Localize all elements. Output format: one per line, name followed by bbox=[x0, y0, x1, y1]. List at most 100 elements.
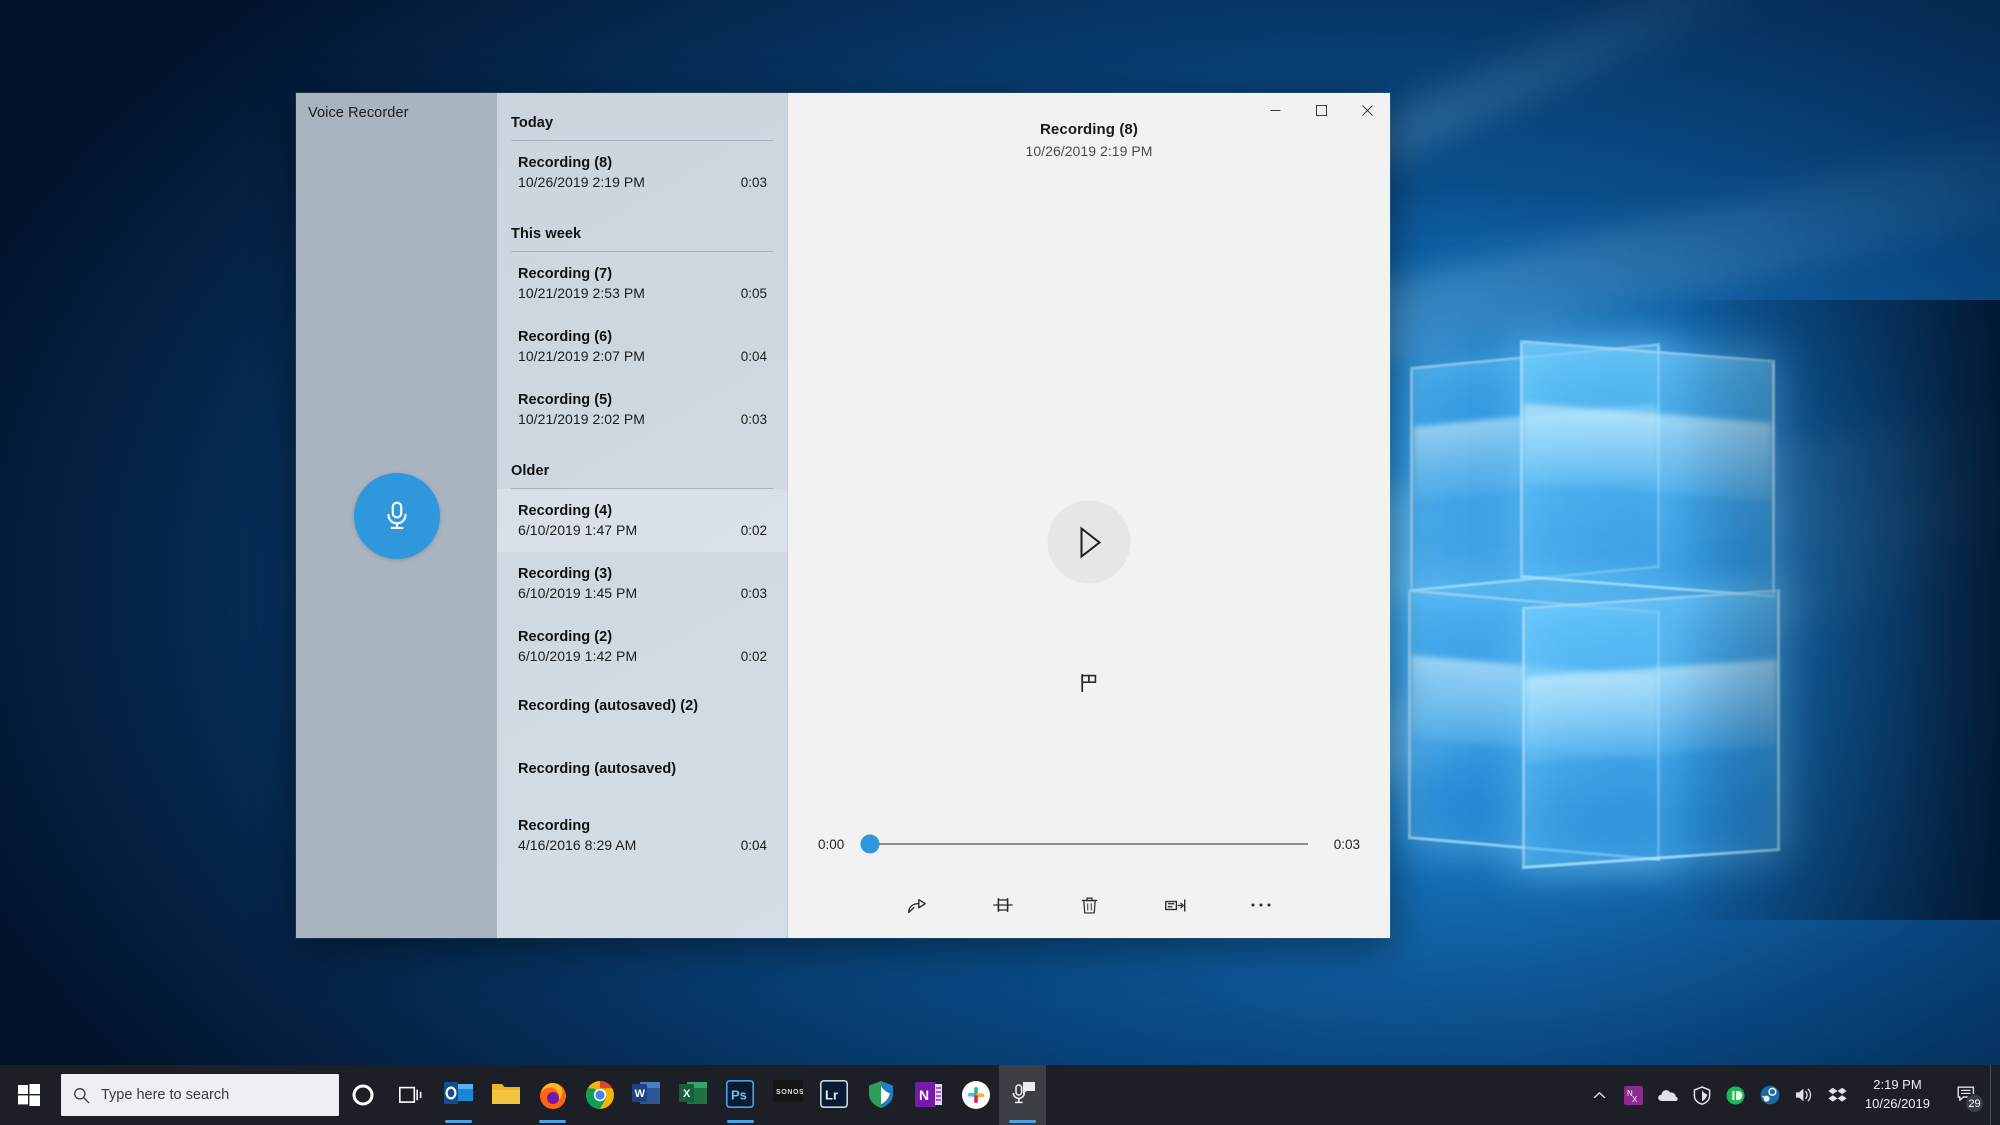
recording-duration: 0:04 bbox=[740, 349, 767, 364]
trim-icon bbox=[993, 898, 1013, 912]
play-button[interactable] bbox=[1047, 500, 1131, 584]
onenote-icon: N bbox=[914, 1080, 944, 1110]
tray-nx-icon[interactable]: N X bbox=[1617, 1065, 1651, 1125]
taskbar-app-sonos[interactable]: SONOS bbox=[764, 1065, 811, 1125]
recording-list-item[interactable]: Recording (7) 10/21/2019 2:53 PM 0:05 bbox=[497, 252, 787, 315]
playback-stage bbox=[788, 159, 1390, 824]
taskbar-running-indicator bbox=[445, 1120, 472, 1123]
taskbar-app-outlook[interactable] bbox=[435, 1065, 482, 1125]
tray-shield-icon[interactable] bbox=[1685, 1065, 1719, 1125]
flag-icon bbox=[1081, 674, 1097, 692]
recording-name: Recording (7) bbox=[518, 266, 613, 282]
delete-button[interactable] bbox=[1065, 884, 1113, 926]
recording-list-item[interactable]: Recording (4) 6/10/2019 1:47 PM 0:02 bbox=[497, 489, 787, 552]
svg-text:W: W bbox=[634, 1088, 645, 1100]
wallpaper-vignette bbox=[1680, 300, 2000, 920]
play-icon bbox=[1080, 525, 1101, 559]
recording-duration: 0:02 bbox=[740, 523, 767, 538]
seek-thumb[interactable] bbox=[860, 834, 880, 854]
recording-list-item[interactable]: Recording (autosaved) (2) bbox=[497, 678, 787, 741]
rename-button[interactable] bbox=[1151, 884, 1199, 926]
recording-list-item[interactable]: Recording (6) 10/21/2019 2:07 PM 0:04 bbox=[497, 315, 787, 378]
recording-list-item[interactable]: Recording (autosaved) bbox=[497, 741, 787, 804]
taskbar-app-photoshop[interactable]: Ps bbox=[717, 1065, 764, 1125]
tray-dropbox-icon[interactable] bbox=[1821, 1065, 1855, 1125]
recording-meta-row: 10/21/2019 2:02 PM 0:03 bbox=[518, 411, 773, 427]
recording-list-item[interactable]: Recording (2) 6/10/2019 1:42 PM 0:02 bbox=[497, 615, 787, 678]
tray-onedrive-icon[interactable] bbox=[1651, 1065, 1685, 1125]
more-button[interactable] bbox=[1237, 884, 1285, 926]
tray-volume-icon[interactable] bbox=[1787, 1065, 1821, 1125]
add-marker-button[interactable] bbox=[1069, 665, 1109, 701]
minimize-button[interactable] bbox=[1252, 93, 1298, 127]
taskbar-app-slack[interactable] bbox=[952, 1065, 999, 1125]
task-view-button[interactable] bbox=[387, 1065, 435, 1125]
tray-steam-icon[interactable] bbox=[1753, 1065, 1787, 1125]
volume-icon bbox=[1795, 1088, 1812, 1102]
detail-subtitle: 10/26/2019 2:19 PM bbox=[1025, 143, 1153, 159]
record-button[interactable] bbox=[353, 472, 440, 559]
seek-track[interactable] bbox=[870, 843, 1308, 845]
seek-bar[interactable]: 0:00 0:03 bbox=[788, 824, 1390, 864]
show-desktop-button[interactable] bbox=[1990, 1065, 2000, 1125]
recordings-list-pane[interactable]: Today Recording (8) 10/26/2019 2:19 PM 0:03… bbox=[497, 93, 788, 938]
window-controls bbox=[1252, 93, 1390, 127]
seek-track-area[interactable] bbox=[860, 832, 1308, 856]
maximize-button[interactable] bbox=[1298, 93, 1344, 127]
record-pane: Voice Recorder bbox=[296, 93, 497, 938]
action-toolbar bbox=[788, 878, 1390, 938]
start-button[interactable] bbox=[0, 1065, 58, 1125]
recording-name: Recording (3) bbox=[518, 566, 613, 582]
taskbar-app-word[interactable]: W bbox=[623, 1065, 670, 1125]
taskbar-running-indicator bbox=[727, 1120, 754, 1123]
taskbar-app-security[interactable] bbox=[858, 1065, 905, 1125]
tray-overflow-button[interactable] bbox=[1583, 1065, 1617, 1125]
recording-meta-row: 10/26/2019 2:19 PM 0:03 bbox=[518, 174, 773, 190]
taskbar-app-lightroom[interactable]: Lr bbox=[811, 1065, 858, 1125]
recording-date: 10/21/2019 2:07 PM bbox=[518, 348, 645, 364]
search-placeholder: Type here to search bbox=[101, 1087, 230, 1103]
trim-button[interactable] bbox=[979, 884, 1027, 926]
recording-duration: 0:05 bbox=[740, 286, 767, 301]
recordings-list: Today Recording (8) 10/26/2019 2:19 PM 0:03… bbox=[497, 93, 787, 867]
recording-name: Recording (8) bbox=[518, 155, 613, 171]
minimize-icon bbox=[1270, 109, 1280, 111]
taskbar-app-excel[interactable]: X bbox=[670, 1065, 717, 1125]
recording-meta-row: 10/21/2019 2:53 PM 0:05 bbox=[518, 285, 773, 301]
recording-list-item[interactable]: Recording (3) 6/10/2019 1:45 PM 0:03 bbox=[497, 552, 787, 615]
list-section-label: Today bbox=[511, 115, 554, 131]
recording-date: 10/21/2019 2:53 PM bbox=[518, 285, 645, 301]
share-button[interactable] bbox=[893, 884, 941, 926]
cortana-icon bbox=[352, 1084, 374, 1106]
delete-icon bbox=[1081, 897, 1097, 914]
recording-date: 10/21/2019 2:02 PM bbox=[518, 411, 645, 427]
recording-list-item[interactable]: Recording 4/16/2016 8:29 AM 0:04 bbox=[497, 804, 787, 867]
taskbar-app-voice-recorder[interactable] bbox=[999, 1065, 1046, 1125]
taskbar-app-firefox[interactable] bbox=[529, 1065, 576, 1125]
taskbar-apps: W X Ps SONOS Lr N bbox=[435, 1065, 1046, 1125]
recording-name: Recording (5) bbox=[518, 392, 613, 408]
recording-list-item[interactable]: Recording (8) 10/26/2019 2:19 PM 0:03 bbox=[497, 141, 787, 204]
taskbar-app-google-chrome[interactable] bbox=[576, 1065, 623, 1125]
recording-name: Recording (2) bbox=[518, 629, 613, 645]
close-button[interactable] bbox=[1344, 93, 1390, 127]
shield-icon bbox=[867, 1080, 897, 1110]
taskbar-app-file-explorer[interactable] bbox=[482, 1065, 529, 1125]
system-tray: N X 2:19 PM 10/26/2019 29 bbox=[1583, 1065, 2000, 1125]
recording-list-item[interactable]: Recording (5) 10/21/2019 2:02 PM 0:03 bbox=[497, 378, 787, 441]
search-icon bbox=[74, 1087, 90, 1103]
notification-badge: 29 bbox=[1965, 1094, 1984, 1113]
search-box[interactable]: Type here to search bbox=[61, 1074, 339, 1116]
cortana-button[interactable] bbox=[339, 1065, 387, 1125]
excel-icon: X bbox=[678, 1080, 709, 1110]
notification-center-button[interactable]: 29 bbox=[1944, 1065, 1990, 1125]
shield-icon bbox=[1693, 1085, 1711, 1105]
app-title: Voice Recorder bbox=[308, 105, 409, 121]
recording-date: 4/16/2016 8:29 AM bbox=[518, 837, 637, 853]
recording-name: Recording (autosaved) (2) bbox=[518, 698, 699, 714]
tray-green-status-icon[interactable] bbox=[1719, 1065, 1753, 1125]
recording-duration: 0:02 bbox=[740, 649, 767, 664]
taskbar-app-onenote[interactable]: N bbox=[905, 1065, 952, 1125]
clock[interactable]: 2:19 PM 10/26/2019 bbox=[1855, 1065, 1944, 1125]
word-icon: W bbox=[631, 1080, 662, 1110]
